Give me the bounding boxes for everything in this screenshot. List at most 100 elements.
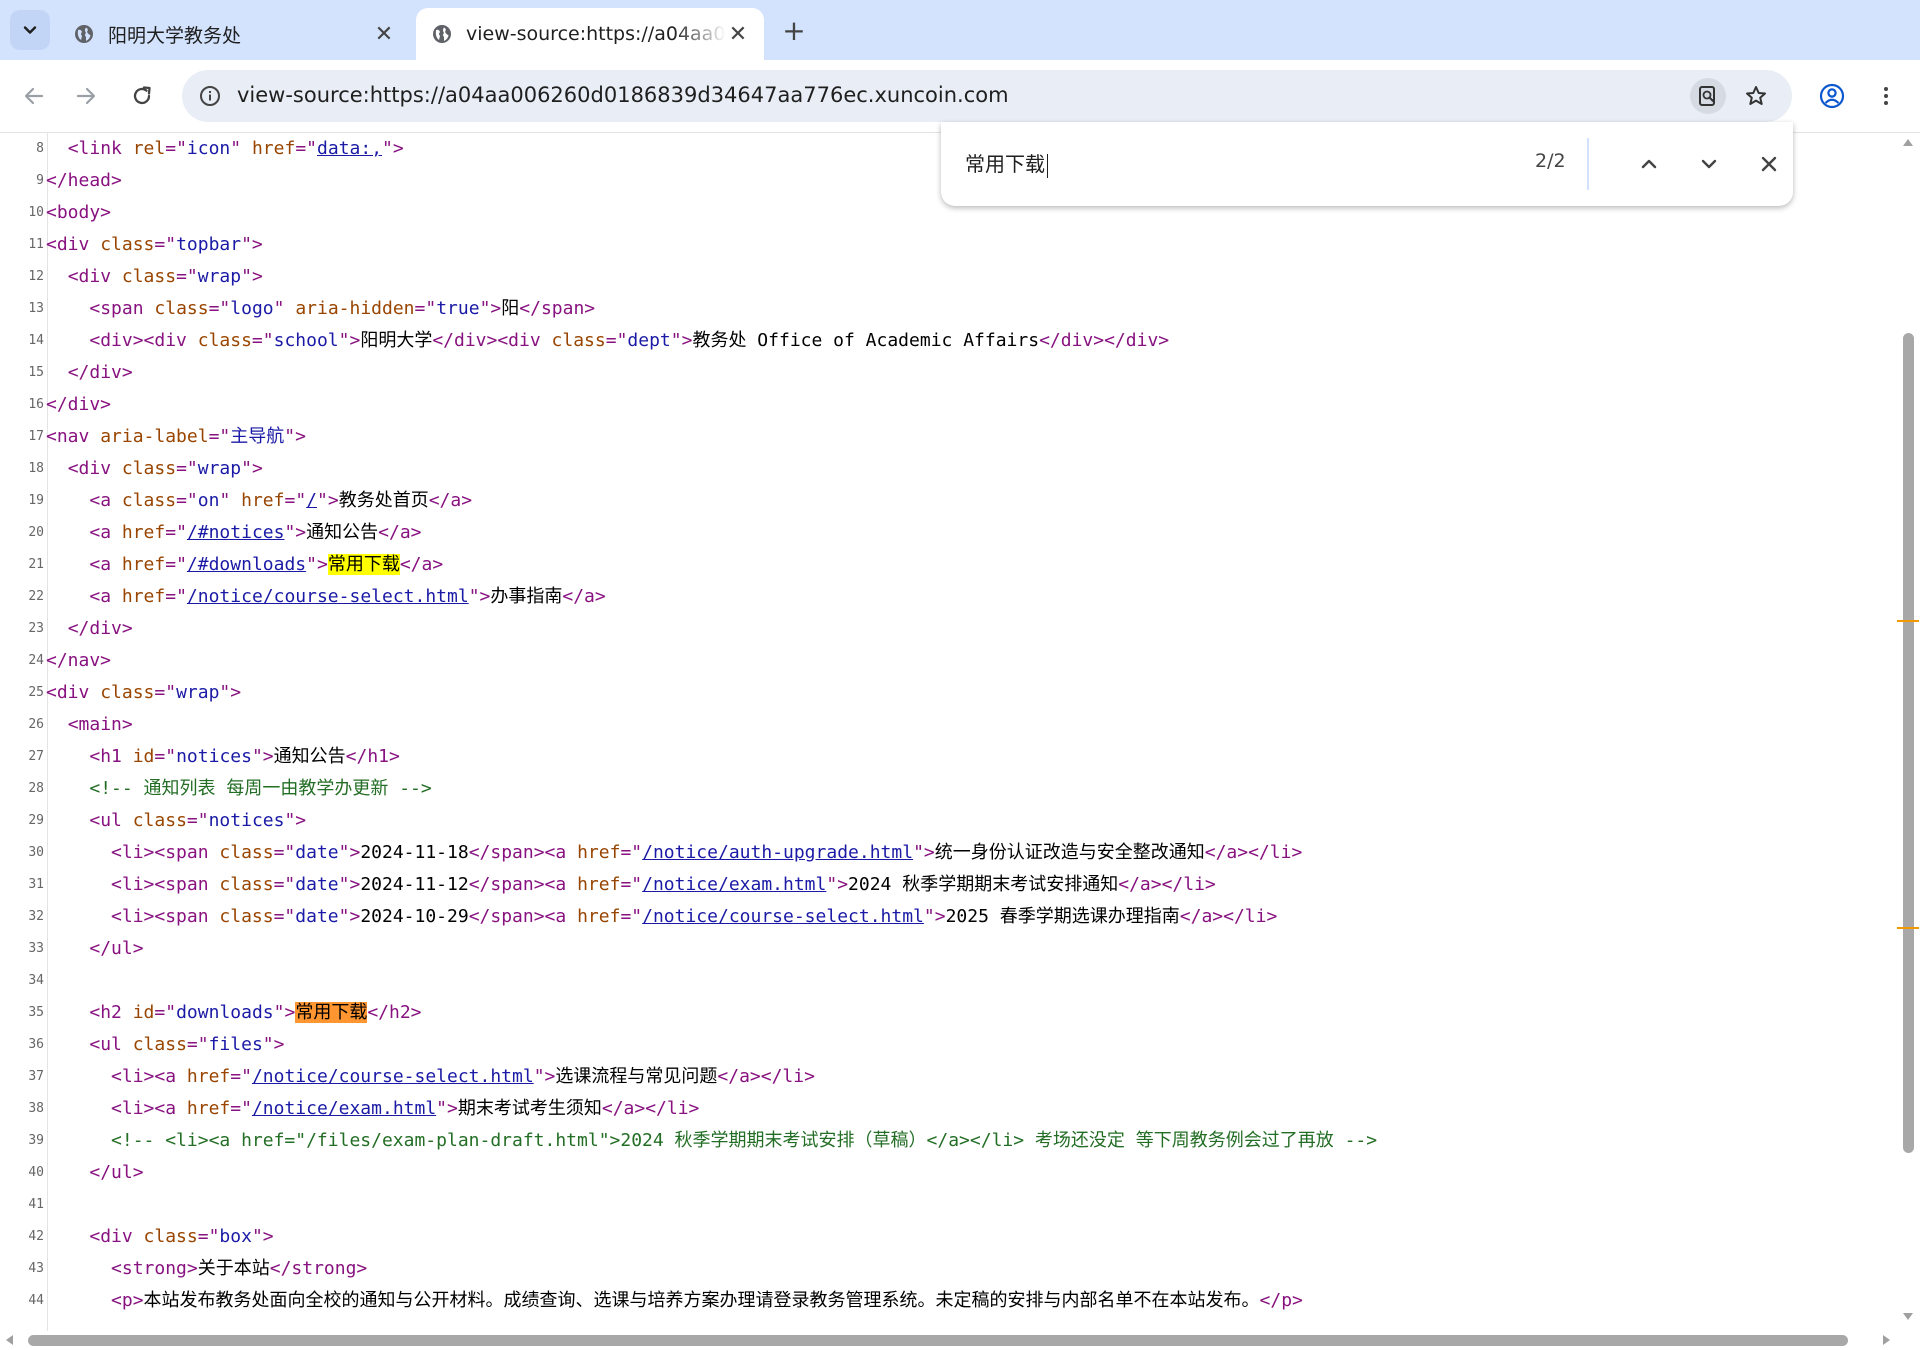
html-tag: ">	[241, 266, 263, 287]
tab-view-source[interactable]: view-source:https://a04aa006260d0186839d…	[416, 8, 764, 60]
browser-menu-button[interactable]	[1868, 78, 1904, 114]
html-tag: ="	[251, 330, 274, 351]
attribute-value: wrap	[176, 682, 220, 703]
html-tag: ="	[605, 330, 628, 351]
html-tag: <li><span	[111, 906, 220, 927]
vertical-scroll-thumb[interactable]	[1903, 333, 1914, 1153]
line-code: <div class="wrap">	[46, 261, 263, 293]
line-code: </ul>	[46, 1157, 143, 1189]
attribute-link[interactable]: /notice/course-select.html	[252, 1066, 534, 1087]
attribute-link[interactable]: /notice/course-select.html	[187, 586, 469, 607]
find-close-button[interactable]	[1749, 144, 1789, 184]
close-icon	[1761, 156, 1777, 172]
html-tag: <a	[89, 554, 122, 575]
html-tag: ">	[670, 330, 693, 351]
scroll-right-arrow-icon[interactable]	[1883, 1335, 1890, 1345]
html-tag: ">	[338, 906, 361, 927]
more-vert-icon	[1884, 87, 1888, 105]
source-line: 29 <ul class="notices">	[0, 805, 1377, 837]
profile-button[interactable]	[1814, 78, 1850, 114]
attribute-name: class	[121, 458, 177, 479]
view-source-content[interactable]: 8 <link rel="icon" href="data:,"> 9 </head…	[0, 133, 1896, 1331]
bookmark-button[interactable]	[1738, 78, 1774, 114]
back-button[interactable]	[16, 78, 52, 114]
attribute-link[interactable]: /#downloads	[187, 554, 306, 575]
tab-strip: 阳明大学教务处 ✕ view-source:https://a04aa00626…	[0, 0, 1920, 60]
attribute-value: logo	[230, 298, 274, 319]
html-tag: </strong>	[269, 1258, 368, 1279]
attribute-value: wrap	[197, 266, 242, 287]
attribute-name: href	[241, 490, 285, 511]
vertical-scrollbar[interactable]	[1896, 133, 1920, 1331]
tab-search-button[interactable]	[10, 10, 50, 50]
code-text: 办事指南	[490, 586, 563, 607]
attribute-name: href	[186, 1066, 231, 1087]
html-tag: ="	[230, 1098, 252, 1119]
line-number: 31	[28, 877, 44, 892]
source-line: 34	[0, 965, 1377, 997]
line-code: </div>	[46, 613, 133, 645]
line-code: <a class="on" href="/">教务处首页</a>	[46, 485, 472, 517]
line-number: 37	[28, 1069, 44, 1084]
scroll-down-arrow-icon[interactable]	[1903, 1313, 1913, 1320]
line-code: <a href="/notice/course-select.html">办事指…	[46, 581, 605, 613]
line-code: <div class="wrap">	[46, 677, 241, 709]
line-number: 10	[28, 205, 44, 220]
reload-button[interactable]	[124, 78, 160, 114]
html-tag: ="	[154, 746, 177, 767]
line-number: 21	[28, 557, 44, 572]
scroll-left-arrow-icon[interactable]	[6, 1335, 13, 1345]
new-tab-button[interactable]: +	[776, 14, 812, 50]
html-tag: ="	[176, 458, 198, 479]
source-line: 39 <!-- <li><a href="/files/exam-plan-dr…	[0, 1125, 1377, 1157]
source-line: 12 <div class="wrap">	[0, 261, 1377, 293]
address-url[interactable]: view-source:https://a04aa006260d0186839d…	[237, 83, 1009, 107]
code-text: 2024 秋季学期期末考试安排通知	[848, 874, 1119, 895]
attribute-link[interactable]: /notice/exam.html	[642, 874, 826, 895]
address-bar[interactable]: view-source:https://a04aa006260d0186839d…	[182, 70, 1792, 122]
find-previous-button[interactable]	[1629, 144, 1669, 184]
line-code: </div>	[46, 357, 133, 389]
star-icon	[1746, 86, 1766, 105]
line-number: 33	[28, 941, 44, 956]
html-tag: ">	[251, 746, 274, 767]
horizontal-scrollbar[interactable]	[0, 1331, 1920, 1350]
attribute-link[interactable]: /	[306, 490, 317, 511]
line-code: <link rel="icon" href="data:,">	[46, 133, 404, 165]
source-line: 23 </div>	[0, 613, 1377, 645]
site-info-button[interactable]	[196, 82, 224, 110]
html-tag: ">	[251, 1226, 274, 1247]
forward-button[interactable]	[68, 78, 104, 114]
attribute-link[interactable]: /notice/exam.html	[252, 1098, 436, 1119]
find-next-button[interactable]	[1689, 144, 1729, 184]
find-input[interactable]: 常用下载	[965, 148, 1048, 178]
reload-icon	[133, 86, 151, 105]
scroll-up-arrow-icon[interactable]	[1903, 139, 1913, 146]
find-in-page-button[interactable]	[1690, 78, 1726, 114]
html-tag: <h1	[89, 746, 133, 767]
line-number: 40	[28, 1165, 44, 1180]
tab-close-button[interactable]: ✕	[726, 22, 750, 47]
line-number: 30	[28, 845, 44, 860]
html-tag: "	[219, 490, 242, 511]
source-line: 42 <div class="box">	[0, 1221, 1377, 1253]
tab-close-button[interactable]: ✕	[372, 22, 396, 47]
attribute-link[interactable]: /notice/course-select.html	[642, 906, 924, 927]
html-tag: <div	[46, 234, 101, 255]
tab-yangming-academic-affairs[interactable]: 阳明大学教务处 ✕	[58, 8, 410, 60]
html-tag: ="	[230, 1066, 252, 1087]
line-code: <h2 id="downloads">常用下载</h2>	[46, 997, 422, 1029]
horizontal-scroll-thumb[interactable]	[28, 1335, 1848, 1346]
line-code: <h1 id="notices">通知公告</h1>	[46, 741, 399, 773]
chevron-down-icon	[1701, 159, 1717, 169]
attribute-link[interactable]: /#notices	[187, 522, 285, 543]
attribute-name: href	[577, 906, 621, 927]
attribute-link[interactable]: data:,	[317, 138, 382, 159]
attribute-link[interactable]: /notice/auth-upgrade.html	[642, 842, 913, 863]
